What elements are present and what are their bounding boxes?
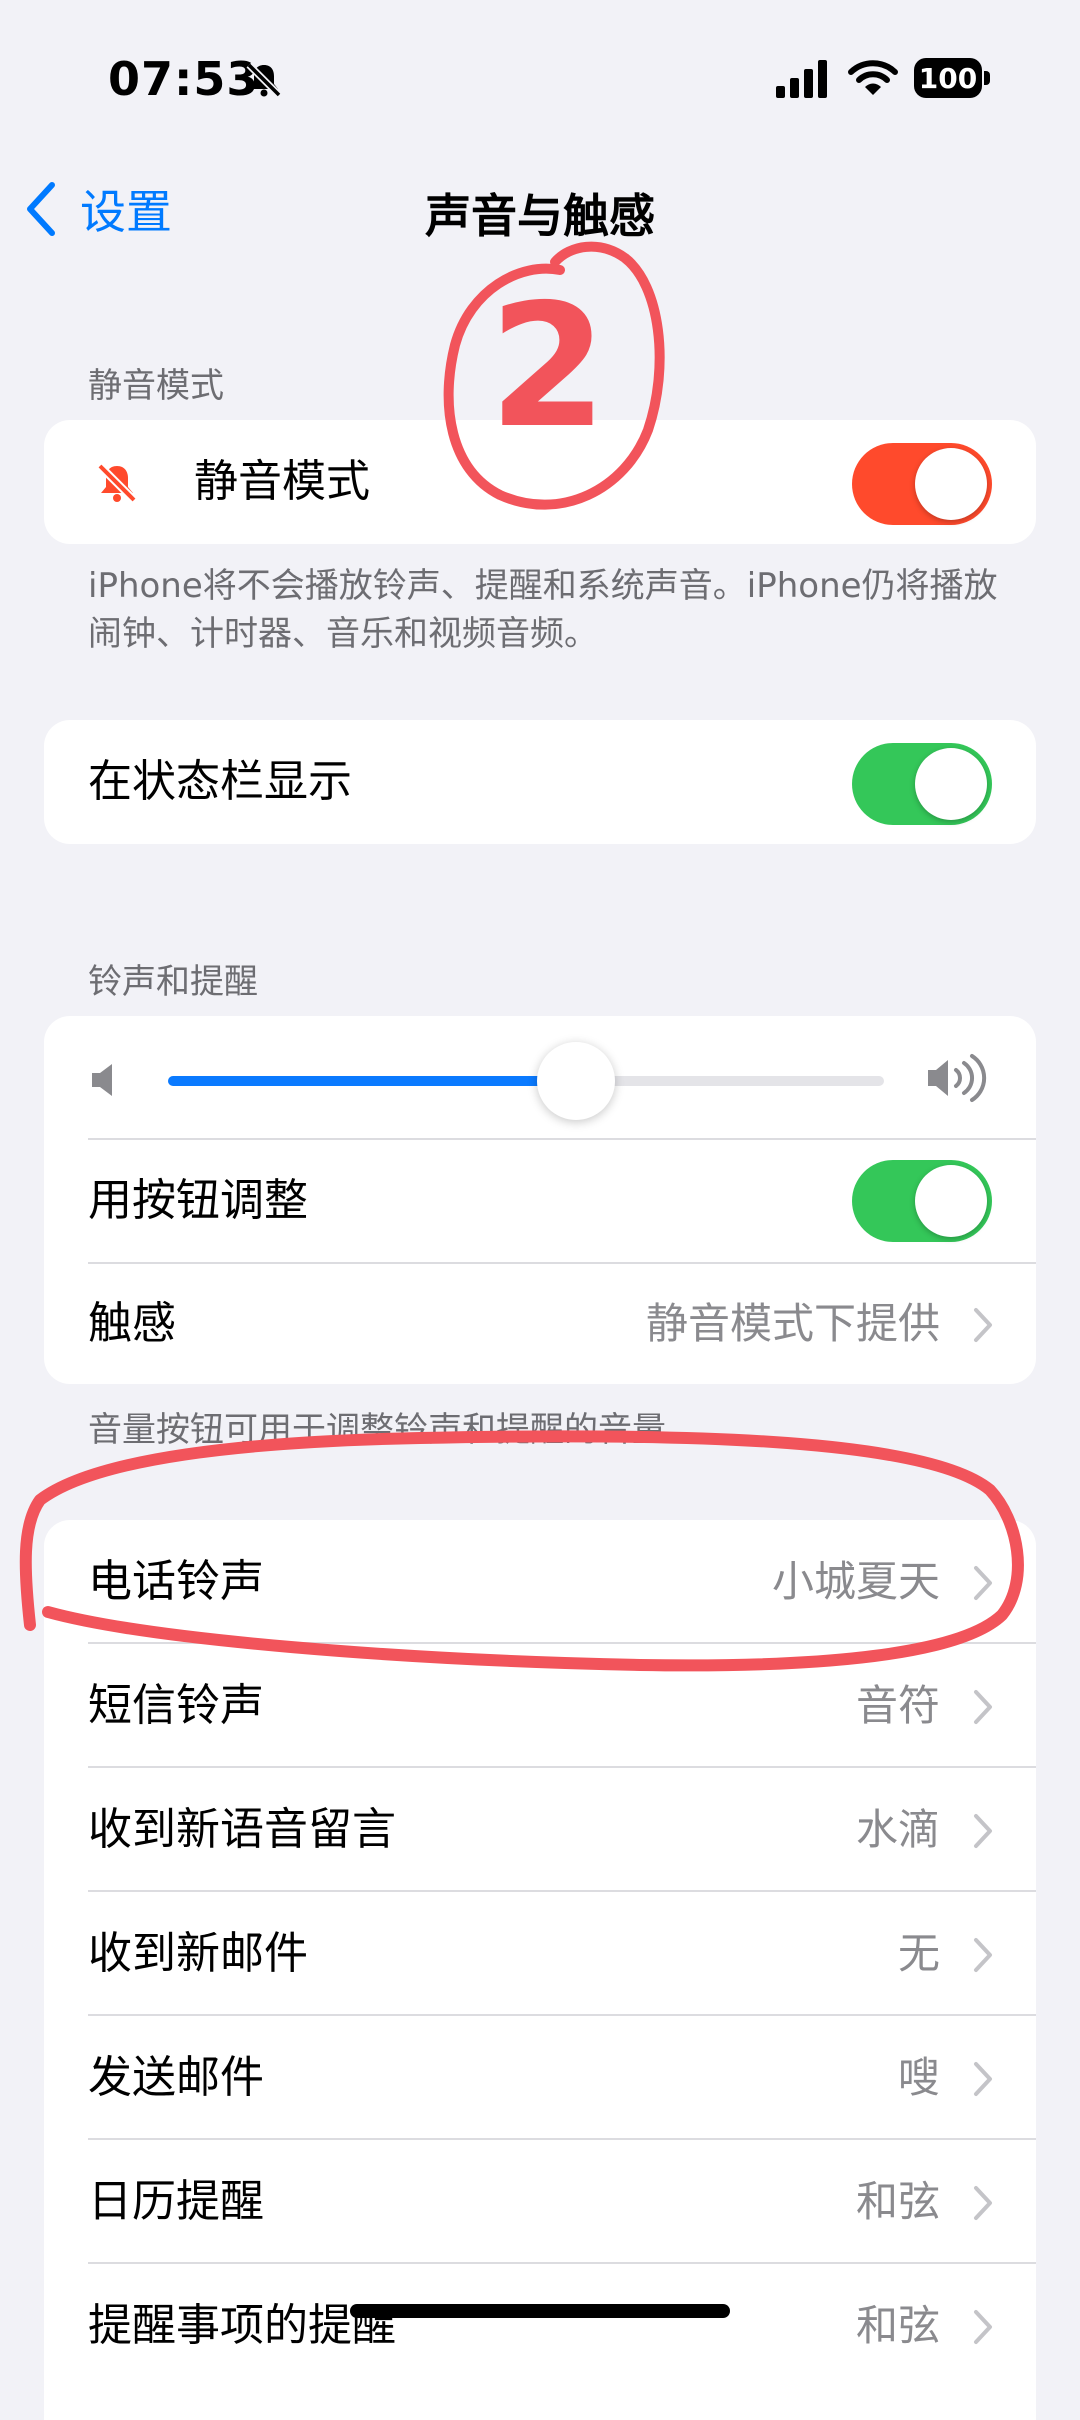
chevron-right-icon <box>974 1814 992 1848</box>
speaker-high-icon <box>924 1052 990 1104</box>
sound-row-new-mail[interactable]: 收到新邮件 无 <box>44 1892 1036 2016</box>
battery-icon: 100 <box>914 58 992 98</box>
section-header-ringer: 铃声和提醒 <box>88 962 258 1002</box>
ringer-footer: 音量按钮可用于调整铃声和提醒的音量。 <box>88 1410 700 1450</box>
volume-slider[interactable] <box>168 1042 884 1120</box>
sound-row-label: 日历提醒 <box>88 2176 264 2227</box>
haptics-row[interactable]: 触感 静音模式下提供 <box>44 1264 1036 1384</box>
sound-row-value: 和弦 <box>855 2177 940 2226</box>
section-header-silent: 静音模式 <box>88 366 224 406</box>
speaker-low-icon <box>88 1060 124 1100</box>
ringer-card: 用按钮调整 触感 静音模式下提供 <box>44 1016 1036 1384</box>
haptics-value: 静音模式下提供 <box>645 1299 940 1348</box>
status-time: 07:53 <box>108 52 260 106</box>
change-with-buttons-row: 用按钮调整 <box>44 1140 1036 1262</box>
sound-row-label: 收到新邮件 <box>88 1928 308 1979</box>
silent-mode-toggle[interactable] <box>852 443 992 525</box>
sound-row-reminder-alerts[interactable]: 提醒事项的提醒 和弦 <box>44 2264 1036 2388</box>
sound-row-value: 和弦 <box>855 2301 940 2350</box>
battery-level: 100 <box>918 61 978 95</box>
sound-row-label: 电话铃声 <box>88 1556 264 1607</box>
silent-mode-row: 静音模式 <box>44 420 1036 544</box>
sound-row-label: 短信铃声 <box>88 1680 264 1731</box>
volume-slider-fill <box>168 1076 576 1086</box>
change-with-buttons-toggle[interactable] <box>852 1160 992 1242</box>
wifi-icon <box>848 58 898 98</box>
sound-row-label: 收到新语音留言 <box>88 1804 396 1855</box>
volume-slider-row <box>44 1016 1036 1138</box>
sound-row-new-voicemail[interactable]: 收到新语音留言 水滴 <box>44 1768 1036 1892</box>
chevron-right-icon <box>974 2062 992 2096</box>
sound-row-value: 音符 <box>855 1681 940 1730</box>
chevron-right-icon <box>974 1690 992 1724</box>
sounds-card: 电话铃声 小城夏天 短信铃声 音符 收到新语音留言 水滴 收到新邮件 无 发送邮… <box>44 1520 1036 2420</box>
bell-slash-icon <box>244 60 284 100</box>
bell-slash-icon <box>94 460 140 506</box>
change-with-buttons-label: 用按钮调整 <box>88 1175 308 1226</box>
haptics-label: 触感 <box>88 1298 176 1349</box>
sound-row-text-tone[interactable]: 短信铃声 音符 <box>44 1644 1036 1768</box>
sound-row-sent-mail[interactable]: 发送邮件 嗖 <box>44 2016 1036 2140</box>
chevron-right-icon <box>974 1938 992 1972</box>
sound-row-value: 嗖 <box>897 2053 940 2102</box>
chevron-right-icon <box>974 2186 992 2220</box>
sound-row-label: 提醒事项的提醒 <box>88 2300 396 2351</box>
volume-slider-thumb[interactable] <box>537 1042 615 1120</box>
home-indicator[interactable] <box>350 2304 730 2318</box>
silent-mode-footer: iPhone将不会播放铃声、提醒和系统声音。iPhone仍将播放闹钟、计时器、音… <box>88 566 998 654</box>
sound-row-value: 无 <box>897 1929 940 1978</box>
status-bar-card: 在状态栏显示 <box>44 720 1036 844</box>
chevron-right-icon <box>974 1566 992 1600</box>
show-in-status-bar-label: 在状态栏显示 <box>88 756 352 807</box>
sound-row-label: 发送邮件 <box>88 2052 264 2103</box>
show-in-status-bar-toggle[interactable] <box>852 743 992 825</box>
chevron-right-icon <box>974 1308 992 1342</box>
show-in-status-bar-row: 在状态栏显示 <box>44 720 1036 844</box>
page-title: 声音与触感 <box>425 189 655 243</box>
silent-mode-label: 静音模式 <box>194 456 370 507</box>
sound-row-value: 水滴 <box>855 1805 940 1854</box>
sound-row-ringtone[interactable]: 电话铃声 小城夏天 <box>44 1520 1036 1644</box>
sound-row-value: 小城夏天 <box>771 1557 940 1606</box>
silent-mode-card: 静音模式 <box>44 420 1036 544</box>
cellular-signal-icon <box>776 60 830 98</box>
chevron-right-icon <box>974 2310 992 2344</box>
sound-row-calendar-alerts[interactable]: 日历提醒 和弦 <box>44 2140 1036 2264</box>
